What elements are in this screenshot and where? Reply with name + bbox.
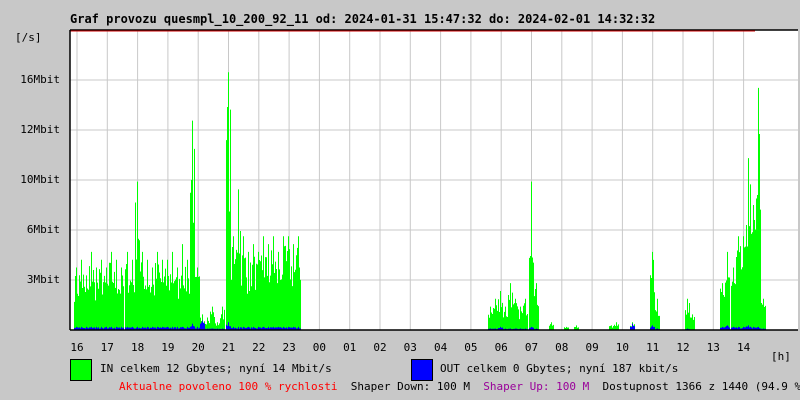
x-tick-label: 16 — [70, 341, 84, 354]
x-tick-label: 17 — [100, 341, 114, 354]
x-tick-label: 12 — [676, 341, 690, 354]
x-tick-label: 02 — [373, 341, 387, 354]
traffic-chart — [69, 29, 798, 331]
x-tick-label: 11 — [646, 341, 660, 354]
x-tick-label: 08 — [555, 341, 569, 354]
legend-in-label: IN celkem 12 Gbytes; nyní 14 Mbit/s — [100, 362, 332, 375]
y-tick-label: 16Mbit — [20, 73, 60, 86]
x-tick-label: 14 — [736, 341, 751, 354]
x-tick-label: 03 — [403, 341, 417, 354]
x-tick-label: 20 — [191, 341, 205, 354]
x-tick-label: 04 — [433, 341, 448, 354]
shaper-up-text: Shaper Up: 100 M — [483, 380, 590, 393]
y-tick-label: 10Mbit — [20, 173, 60, 186]
x-tick-label: 06 — [494, 341, 508, 354]
x-tick-label: 23 — [282, 341, 296, 354]
x-tick-label: 09 — [585, 341, 599, 354]
x-tick-label: 18 — [130, 341, 145, 354]
x-tick-label: 05 — [464, 341, 478, 354]
x-tick-label: 19 — [161, 341, 175, 354]
allowed-speed-text: Aktualne povoleno 100 % rychlosti — [119, 380, 338, 393]
availability-text: Dostupnost 1366 z 1440 (94.9 %) — [602, 380, 800, 393]
legend-out-swatch — [411, 359, 433, 381]
x-tick-label: 13 — [706, 341, 720, 354]
status-footer: Aktualne povoleno 100 % rychlosti Shaper… — [119, 380, 800, 393]
legend-in-swatch — [70, 359, 92, 381]
x-tick-label: 01 — [343, 341, 357, 354]
x-tick-label: 21 — [221, 341, 236, 354]
y-tick-label: 12Mbit — [20, 123, 60, 136]
x-tick-label: 10 — [615, 341, 630, 354]
x-tick-label: 22 — [252, 341, 266, 354]
x-tick-label: 07 — [524, 341, 539, 354]
y-tick-label: 6Mbit — [26, 223, 60, 236]
x-axis-unit: [h] — [771, 350, 791, 363]
x-tick-label: 00 — [312, 341, 327, 354]
y-tick-label: 3Mbit — [26, 273, 60, 286]
shaper-down-text: Shaper Down: 100 M — [350, 380, 471, 393]
legend-out-label: OUT celkem 0 Gbytes; nyní 187 kbit/s — [440, 362, 679, 375]
